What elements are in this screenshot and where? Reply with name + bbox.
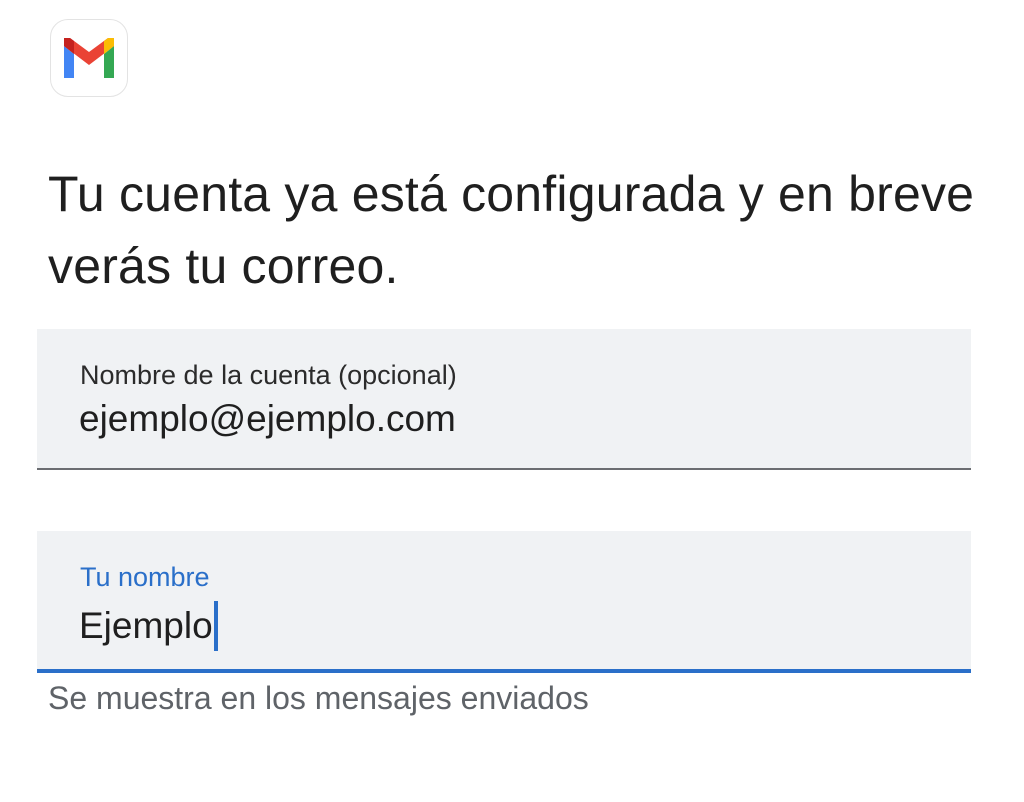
your-name-value: Ejemplo: [79, 605, 213, 646]
your-name-field[interactable]: Tu nombre Ejemplo: [37, 531, 971, 673]
your-name-label: Tu nombre: [80, 562, 210, 592]
your-name-helper-text: Se muestra en los mensajes enviados: [48, 680, 589, 716]
gmail-logo-icon: [64, 38, 114, 78]
page-title: Tu cuenta ya está configurada y en breve…: [48, 166, 975, 294]
your-name-input[interactable]: Ejemplo: [79, 601, 218, 651]
text-cursor: [213, 601, 218, 651]
account-name-input[interactable]: ejemplo@ejemplo.com: [79, 397, 456, 441]
account-name-label: Nombre de la cuenta (opcional): [80, 360, 457, 390]
account-name-field[interactable]: Nombre de la cuenta (opcional) ejemplo@e…: [37, 329, 971, 470]
gmail-app-icon: [50, 19, 128, 97]
